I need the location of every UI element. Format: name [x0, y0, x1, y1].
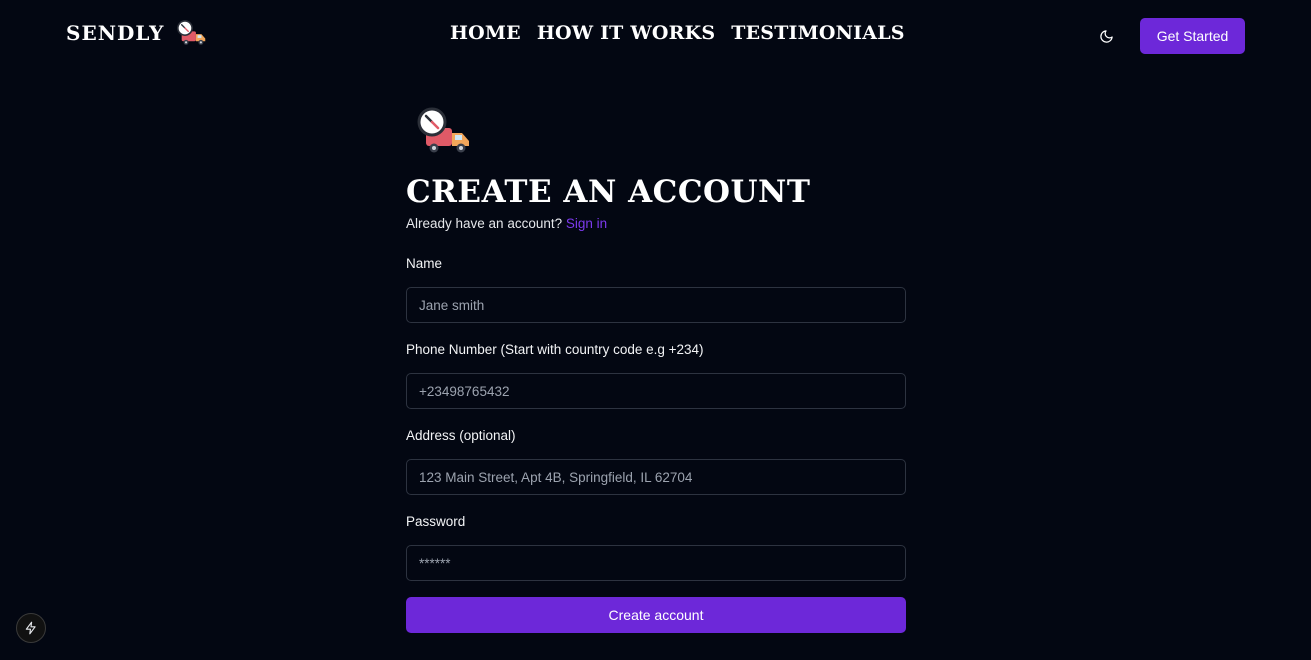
delivery-truck-icon	[417, 107, 469, 153]
brand[interactable]: SENDLY	[66, 18, 208, 48]
address-input[interactable]	[406, 459, 906, 495]
brand-name: SENDLY	[66, 21, 165, 45]
create-account-button[interactable]: Create account	[406, 597, 906, 633]
page-title: CREATE AN ACCOUNT	[406, 174, 811, 210]
name-input[interactable]	[406, 287, 906, 323]
name-label: Name	[406, 256, 443, 271]
get-started-button[interactable]: Get Started	[1140, 18, 1245, 54]
signin-prompt: Already have an account? Sign in	[406, 216, 906, 236]
nav-how-it-works[interactable]: HOW IT WORKS	[537, 22, 715, 44]
dev-tools-button[interactable]	[16, 613, 46, 643]
main-nav: HOME HOW IT WORKS TESTIMONIALS	[450, 22, 905, 44]
nav-testimonials[interactable]: TESTIMONIALS	[731, 22, 904, 44]
address-label: Address (optional)	[406, 428, 516, 443]
top-navbar: SENDLY HOME HOW IT WORKS TESTIMONIALS Ge…	[0, 0, 1311, 72]
theme-toggle-button[interactable]	[1095, 25, 1117, 47]
password-input[interactable]	[406, 545, 906, 581]
password-label: Password	[406, 514, 466, 529]
signin-link[interactable]: Sign in	[566, 216, 607, 231]
phone-label: Phone Number (Start with country code e.…	[406, 342, 704, 357]
lightning-icon	[25, 621, 36, 635]
moon-icon	[1099, 29, 1113, 43]
signin-prompt-text: Already have an account?	[406, 216, 563, 231]
nav-home[interactable]: HOME	[450, 22, 521, 44]
phone-input[interactable]	[406, 373, 906, 409]
signup-form: CREATE AN ACCOUNT Already have an accoun…	[406, 106, 906, 633]
delivery-truck-icon	[177, 20, 206, 45]
